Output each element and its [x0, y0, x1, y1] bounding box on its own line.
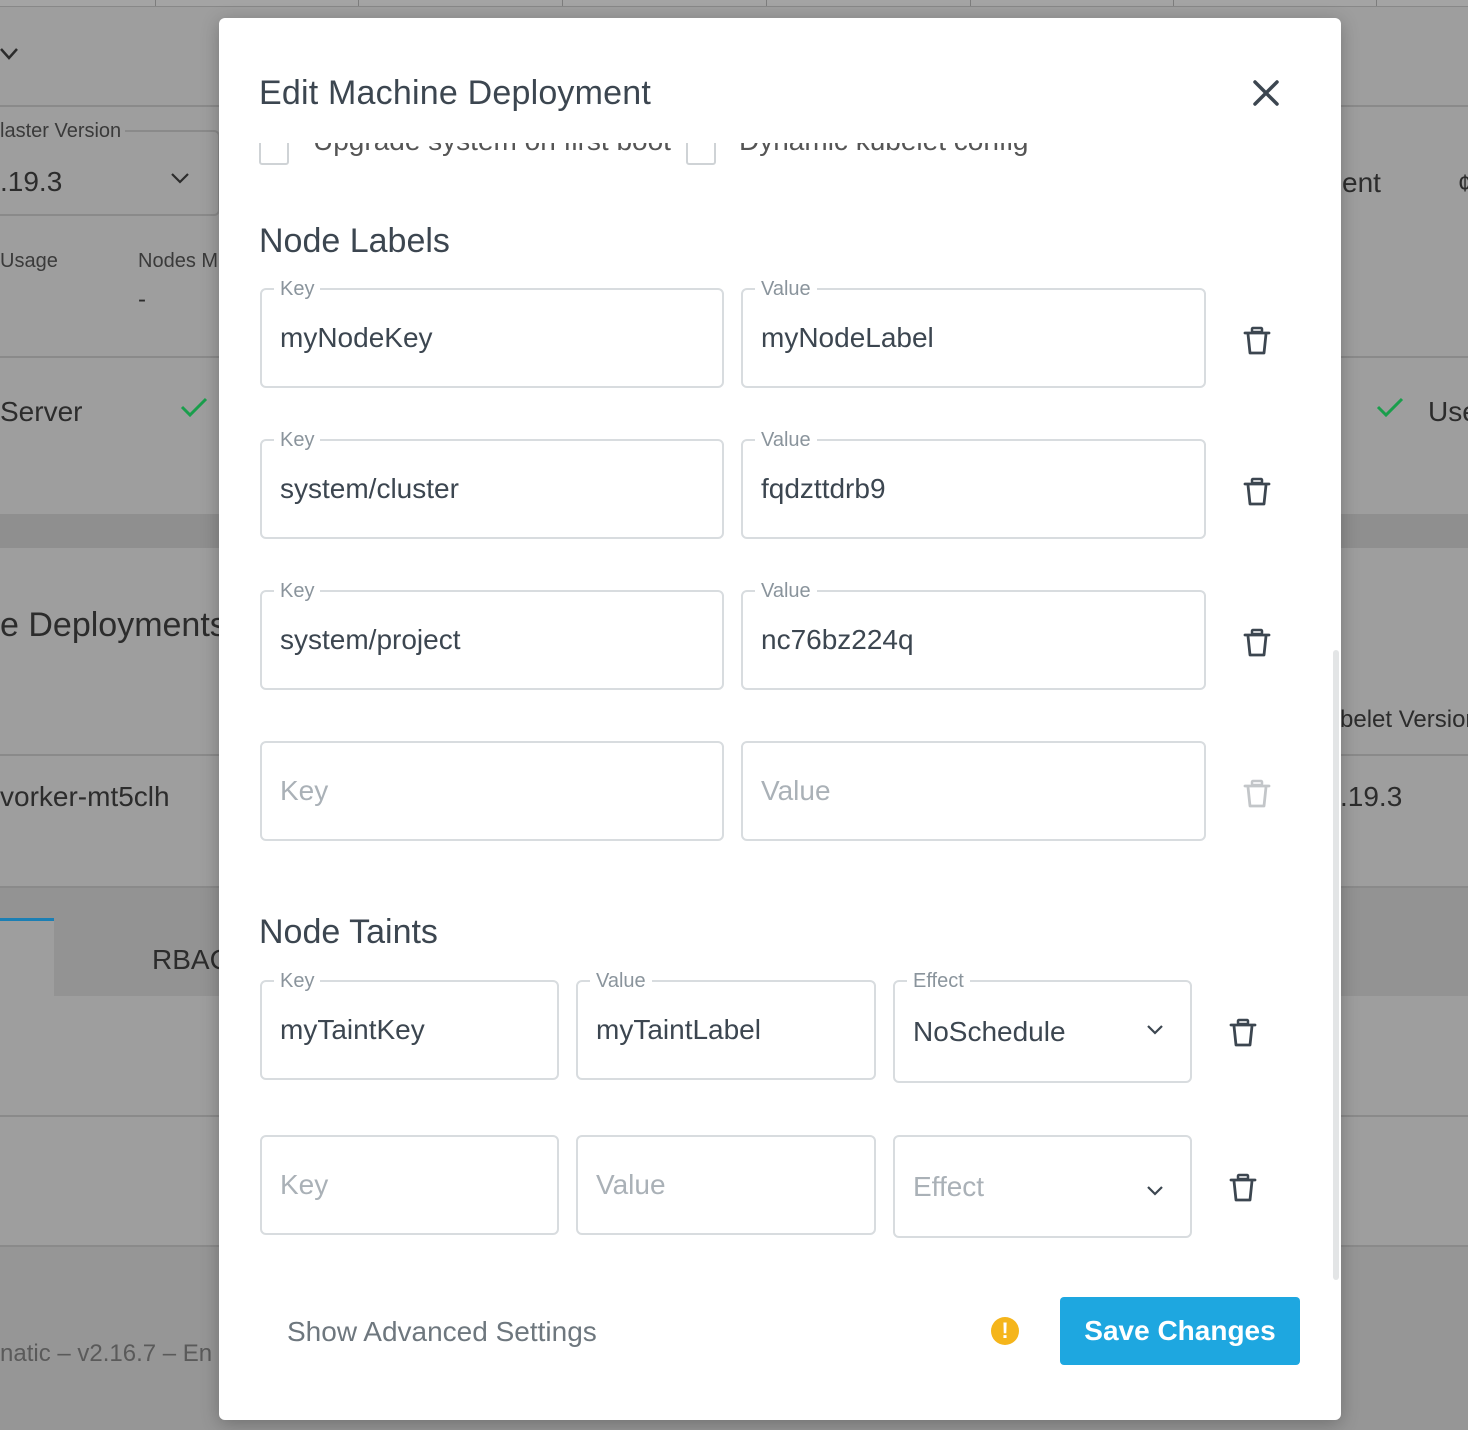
- taint-value-field[interactable]: Value myTaintLabel: [576, 969, 876, 1080]
- worker-version: .19.3: [1340, 781, 1403, 812]
- nodes-value: -: [138, 286, 146, 313]
- usage-label: Usage: [0, 250, 58, 272]
- taint-key-value: myTaintKey: [280, 1014, 425, 1045]
- dynamic-kubelet-label: Dynamic kubelet config: [739, 143, 1028, 157]
- kubelet-version-header: belet Version: [1340, 706, 1468, 733]
- trash-icon[interactable]: [1243, 326, 1271, 356]
- dialog-title: Edit Machine Deployment: [259, 74, 652, 112]
- footer-version-text: natic – v2.16.7 – En: [0, 1340, 213, 1367]
- show-advanced-settings-link[interactable]: Show Advanced Settings: [287, 1316, 597, 1348]
- save-changes-button[interactable]: Save Changes: [1060, 1297, 1300, 1365]
- label-key-value: myNodeKey: [280, 322, 433, 353]
- trash-icon: [1243, 779, 1271, 808]
- placeholder-text: Value: [761, 775, 831, 806]
- label-value-value: fqdzttdrb9: [761, 473, 886, 504]
- label-value-value: nc76bz224q: [761, 624, 914, 655]
- placeholder-text: Value: [596, 1169, 666, 1200]
- label-key-value: system/cluster: [280, 473, 459, 504]
- taint-key-field[interactable]: Key myTaintKey: [260, 969, 559, 1080]
- taint-effect-select[interactable]: Effect NoSchedule: [893, 969, 1192, 1083]
- node-labels-title: Node Labels: [259, 222, 450, 260]
- chevron-down-icon: [171, 173, 189, 184]
- nodes-label: Nodes M: [138, 250, 219, 272]
- top-strip: [0, 0, 1468, 7]
- taint-value-value: myTaintLabel: [596, 1014, 761, 1045]
- label-key-value: system/project: [280, 624, 461, 655]
- trash-icon[interactable]: [1229, 1173, 1257, 1203]
- right-use-text: Use: [1428, 396, 1468, 427]
- taint-effect-value: NoSchedule: [913, 1015, 1066, 1047]
- right-ent-text: ent: [1342, 167, 1381, 198]
- label-value-value: myNodeLabel: [761, 322, 934, 353]
- close-icon[interactable]: [1249, 76, 1283, 110]
- upgrade-system-label: Upgrade system on first boot: [313, 143, 671, 157]
- dynamic-kubelet-checkbox[interactable]: [686, 143, 716, 165]
- scrollbar[interactable]: [1333, 650, 1339, 1280]
- label-value-field[interactable]: Value myNodeLabel: [741, 277, 1206, 388]
- placeholder-text: Effect: [913, 1170, 985, 1202]
- label-key-field[interactable]: Key system/cluster: [260, 428, 724, 539]
- warning-icon: !: [991, 1317, 1019, 1345]
- upgrade-system-checkbox[interactable]: [259, 143, 289, 165]
- node-taints-title: Node Taints: [259, 913, 438, 951]
- trash-icon[interactable]: [1243, 628, 1271, 658]
- check-icon: [1376, 397, 1404, 418]
- new-label-key-input[interactable]: Key: [260, 741, 724, 841]
- server-label: Server: [0, 396, 83, 427]
- new-taint-effect-select[interactable]: Effect: [893, 1135, 1192, 1238]
- right-edge-glyph: ¢: [1458, 170, 1468, 197]
- worker-name[interactable]: vorker-mt5clh: [0, 781, 170, 813]
- edit-machine-deployment-dialog: Edit Machine Deployment Upgrade system o…: [219, 18, 1341, 1420]
- label-key-field[interactable]: Key myNodeKey: [260, 277, 724, 388]
- placeholder-text: Key: [280, 1169, 329, 1200]
- chevron-down-icon: [1147, 1024, 1163, 1035]
- new-label-value-input[interactable]: Value: [741, 741, 1206, 841]
- master-version-value: .19.3: [0, 166, 63, 197]
- label-key-field[interactable]: Key system/project: [260, 579, 724, 690]
- new-taint-key-input[interactable]: Key: [260, 1135, 559, 1235]
- deployments-title: e Deployments: [0, 606, 227, 644]
- chevron-down-icon: [1147, 1185, 1163, 1196]
- check-icon: [180, 397, 208, 418]
- chevron-down-icon[interactable]: [0, 46, 20, 62]
- placeholder-text: Key: [280, 775, 329, 806]
- new-taint-value-input[interactable]: Value: [576, 1135, 876, 1235]
- scrolled-checkbox-row: Upgrade system on first boot Dynamic kub…: [259, 143, 1301, 165]
- label-value-field[interactable]: Value nc76bz224q: [741, 579, 1206, 690]
- master-version-label: laster Version: [0, 120, 126, 143]
- label-value-field[interactable]: Value fqdzttdrb9: [741, 428, 1206, 539]
- trash-icon[interactable]: [1229, 1018, 1257, 1048]
- trash-icon[interactable]: [1243, 477, 1271, 507]
